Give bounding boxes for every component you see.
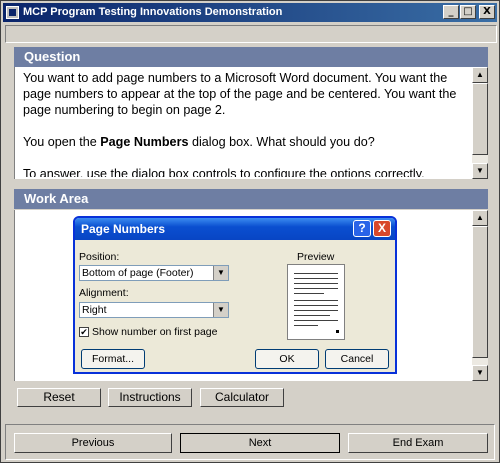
scroll-down-icon[interactable]: ▼ xyxy=(472,163,488,179)
minimize-button[interactable]: _ xyxy=(443,5,459,19)
chevron-down-icon[interactable]: ▼ xyxy=(213,303,228,317)
main-window: MCP Program Testing Innovations Demonstr… xyxy=(0,0,500,463)
reset-button[interactable]: Reset xyxy=(17,388,101,407)
next-button[interactable]: Next xyxy=(180,433,340,453)
question-paragraph-2-bold: Page Numbers xyxy=(100,135,189,149)
title-bar[interactable]: MCP Program Testing Innovations Demonstr… xyxy=(3,3,497,22)
position-value: Bottom of page (Footer) xyxy=(82,267,194,279)
instructions-button[interactable]: Instructions xyxy=(108,388,192,407)
preview-label: Preview xyxy=(297,251,335,263)
scroll-up-icon[interactable]: ▲ xyxy=(472,210,488,226)
maximize-button[interactable]: □ xyxy=(460,5,476,19)
scroll-thumb[interactable] xyxy=(472,226,488,358)
question-paragraph-1: You want to add page numbers to a Micros… xyxy=(23,71,457,117)
question-paragraph-2-pre: You open the xyxy=(23,135,101,149)
question-paragraph-2-post: dialog box. What should you do? xyxy=(188,135,375,149)
window-title: MCP Program Testing Innovations Demonstr… xyxy=(23,6,283,18)
scroll-thumb[interactable] xyxy=(472,83,488,155)
format-button[interactable]: Format... xyxy=(81,349,145,369)
question-panel: You want to add page numbers to a Micros… xyxy=(14,67,488,179)
scroll-down-icon[interactable]: ▼ xyxy=(472,365,488,381)
menu-strip xyxy=(5,25,497,43)
question-header: Question xyxy=(14,47,488,67)
work-area-scrollbar[interactable]: ▲ ▼ xyxy=(472,210,488,381)
position-label: Position: xyxy=(79,251,120,263)
alignment-value: Right xyxy=(82,304,107,316)
cancel-button[interactable]: Cancel xyxy=(325,349,389,369)
question-paragraph-3: To answer, use the dialog box controls t… xyxy=(23,167,425,177)
show-first-page-checkbox[interactable]: ✔ xyxy=(79,327,89,337)
alignment-select[interactable]: Right ▼ xyxy=(79,302,229,318)
preview-page xyxy=(287,264,345,340)
help-icon[interactable]: ? xyxy=(353,220,371,237)
show-first-page-label: Show number on first page xyxy=(92,326,218,338)
question-text: You want to add page numbers to a Micros… xyxy=(23,70,471,177)
end-exam-button[interactable]: End Exam xyxy=(348,433,488,453)
work-area-header: Work Area xyxy=(14,189,488,209)
close-button[interactable]: X xyxy=(479,5,495,19)
question-scrollbar[interactable]: ▲ ▼ xyxy=(472,67,488,179)
dialog-title-bar[interactable]: Page Numbers ? X xyxy=(75,218,395,240)
position-select[interactable]: Bottom of page (Footer) ▼ xyxy=(79,265,229,281)
question-paragraph-2: You open the Page Numbers dialog box. Wh… xyxy=(23,134,471,150)
alignment-label: Alignment: xyxy=(79,287,129,299)
work-area-panel: Page Numbers ? X Position: Bottom of pag… xyxy=(14,210,488,381)
page-numbers-dialog: Page Numbers ? X Position: Bottom of pag… xyxy=(73,216,397,374)
app-icon xyxy=(6,6,19,19)
chevron-down-icon[interactable]: ▼ xyxy=(213,266,228,280)
ok-button[interactable]: OK xyxy=(255,349,319,369)
previous-button[interactable]: Previous xyxy=(14,433,172,453)
page-number-marker xyxy=(336,330,339,333)
scroll-up-icon[interactable]: ▲ xyxy=(472,67,488,83)
dialog-title: Page Numbers xyxy=(81,222,166,236)
dialog-close-icon[interactable]: X xyxy=(373,220,391,237)
calculator-button[interactable]: Calculator xyxy=(200,388,284,407)
